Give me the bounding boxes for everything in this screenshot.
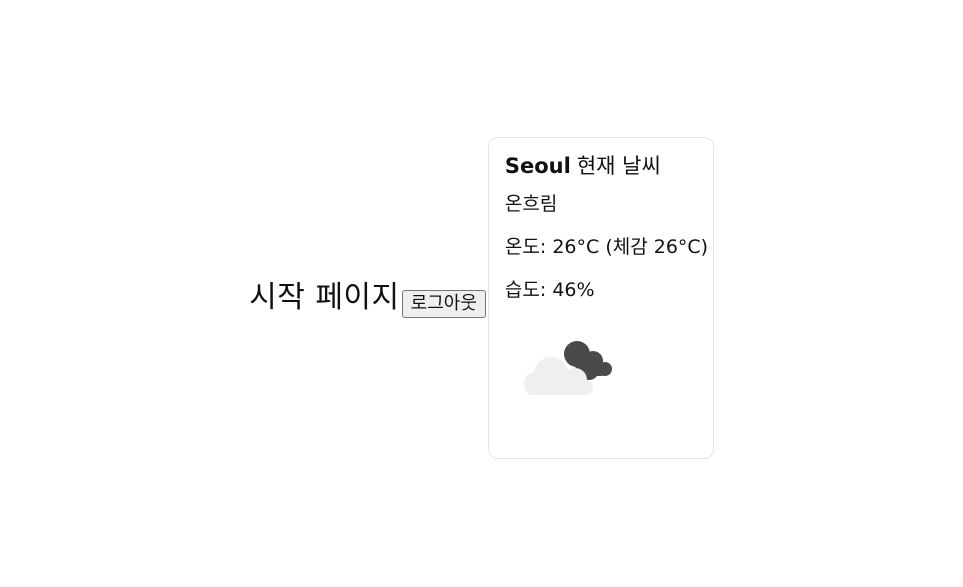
page-title: 시작 페이지: [249, 279, 400, 315]
logout-button[interactable]: 로그아웃: [401, 289, 486, 318]
weather-city: Seoul: [504, 153, 571, 178]
main-row: 시작 페이지 로그아웃 Seoul 현재 날씨 온흐림 온도: 26°C (체감…: [0, 0, 963, 587]
humidity-value: 46%: [552, 278, 595, 301]
feels-like-label: (체감: [605, 235, 648, 258]
weather-humidity-line: 습도: 46%: [505, 278, 697, 302]
broken-clouds-icon: [523, 340, 612, 395]
weather-description: 온흐림: [504, 192, 558, 215]
temperature-value: 26°C: [552, 235, 600, 258]
feels-like-value: 26°C): [653, 235, 709, 258]
weather-heading-suffix: 현재 날씨: [576, 153, 661, 178]
humidity-label: 습도:: [504, 278, 547, 301]
weather-temperature-line: 온도: 26°C (체감 26°C): [504, 235, 708, 259]
temperature-label: 온도:: [504, 235, 547, 258]
weather-heading: Seoul 현재 날씨: [505, 152, 697, 180]
weather-card: Seoul 현재 날씨 온흐림 온도: 26°C (체감 26°C) 습도: 4…: [487, 136, 714, 459]
